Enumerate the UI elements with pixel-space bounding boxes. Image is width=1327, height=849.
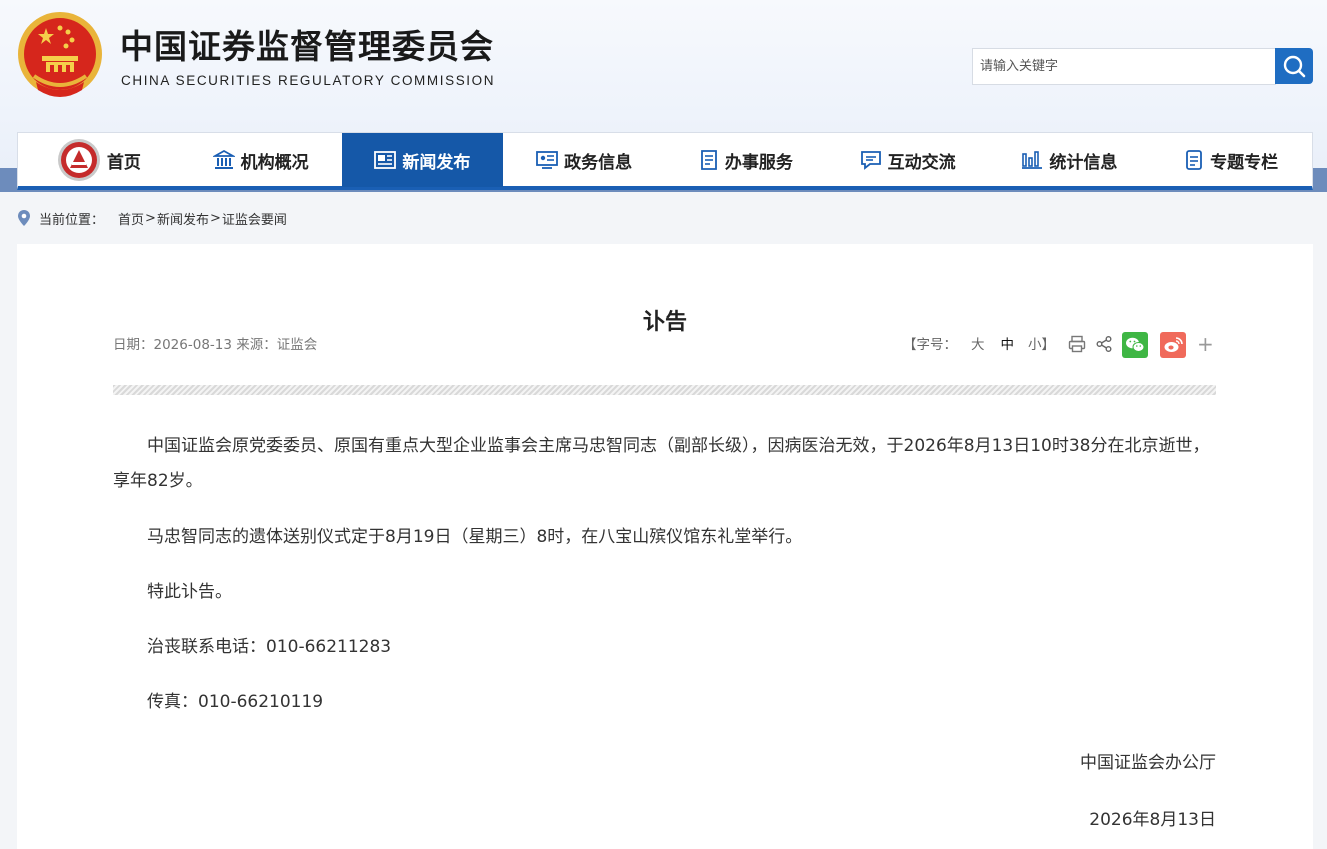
share-icon[interactable] [1095, 335, 1113, 353]
font-size-control: 【字号： 大 中 小】 [903, 333, 1055, 353]
csrc-emblem-icon [57, 139, 100, 181]
paragraph-2: 马忠智同志的遗体送别仪式定于8月19日（星期三）8时，在八宝山殡仪馆东礼堂举行。 [147, 527, 803, 547]
breadcrumb-home[interactable]: 首页 [118, 209, 144, 228]
search-icon [1283, 55, 1306, 78]
paragraph-3: 特此讣告。 [147, 582, 232, 602]
nav-item-news[interactable]: 新闻发布 [341, 133, 504, 187]
nav-item-services[interactable]: 办事服务 [665, 133, 827, 187]
article-panel: 讣告 日期：2026-08-13 来源：证监会 【字号： 大 中 小】 + 中国… [17, 244, 1313, 849]
article-title: 讣告 [642, 310, 687, 335]
nav-label-statistics: 统计信息 [1049, 152, 1118, 173]
nav-item-topics[interactable]: 专题专栏 [1150, 133, 1312, 187]
main-nav: 首页 机构概况 新闻发布 政务信息 办事服务 互动交流 统计信息 专题专栏 [17, 132, 1313, 190]
print-icon[interactable] [1068, 335, 1086, 353]
breadcrumb-separator: > [145, 210, 156, 226]
signature-date: 2026年8月13日 [1089, 810, 1216, 830]
paragraph-5: 传真：010-66210119 [147, 692, 324, 712]
title-divider [113, 385, 1216, 395]
nav-label-home: 首页 [106, 152, 141, 173]
nav-label-about: 机构概况 [240, 152, 309, 173]
nav-label-services: 办事服务 [724, 152, 793, 173]
search-box [972, 48, 1276, 85]
nav-label-news: 新闻发布 [402, 152, 471, 173]
search-button[interactable] [1275, 48, 1313, 84]
font-size-label: 【字号： [903, 337, 957, 353]
breadcrumb-news[interactable]: 新闻发布 [157, 209, 209, 228]
font-size-small[interactable]: 小】 [1028, 333, 1055, 353]
monitor-icon [536, 151, 559, 169]
paragraph-4: 治丧联系电话：010-66211283 [147, 637, 392, 657]
national-emblem-logo[interactable] [16, 10, 104, 102]
breadcrumb-label: 当前位置： [39, 212, 105, 228]
nav-item-affairs[interactable]: 政务信息 [503, 133, 665, 187]
search-input[interactable] [973, 49, 1276, 84]
plus-icon[interactable]: + [1197, 333, 1214, 355]
font-size-large[interactable]: 大 [971, 333, 985, 353]
location-pin-icon [18, 210, 30, 226]
building-icon [212, 149, 235, 169]
nav-item-interaction[interactable]: 互动交流 [827, 133, 989, 187]
nav-label-topics: 专题专栏 [1210, 152, 1279, 173]
bar-chart-icon [1022, 151, 1043, 169]
breadcrumb-current[interactable]: 证监会要闻 [222, 209, 287, 228]
signature-office: 中国证监会办公厅 [1080, 753, 1216, 773]
nav-item-home[interactable]: 首页 [18, 133, 180, 187]
site-title: 中国证券监督管理委员会 [120, 27, 494, 66]
list-icon [1186, 150, 1203, 170]
article-meta: 日期：2026-08-13 来源：证监会 [113, 337, 318, 353]
wechat-icon[interactable] [1122, 332, 1148, 358]
nav-label-affairs: 政务信息 [564, 152, 633, 173]
site-subtitle: CHINA SECURITIES REGULATORY COMMISSION [121, 73, 496, 88]
nav-item-about[interactable]: 机构概况 [180, 133, 342, 187]
breadcrumb-separator: > [209, 210, 221, 226]
document-icon [700, 150, 717, 170]
nav-label-interaction: 互动交流 [887, 152, 956, 173]
weibo-icon[interactable] [1160, 332, 1186, 358]
nav-item-statistics[interactable]: 统计信息 [989, 133, 1151, 187]
font-size-medium[interactable]: 中 [1001, 333, 1015, 353]
chat-icon [860, 151, 881, 170]
news-icon [374, 151, 397, 169]
breadcrumb: 当前位置： 首页 > 新闻发布 > 证监会要闻 [17, 208, 287, 228]
paragraph-1: 中国证监会原党委委员、原国有重点大型企业监事会主席马忠智同志（副部长级），因病医… [113, 436, 1210, 491]
